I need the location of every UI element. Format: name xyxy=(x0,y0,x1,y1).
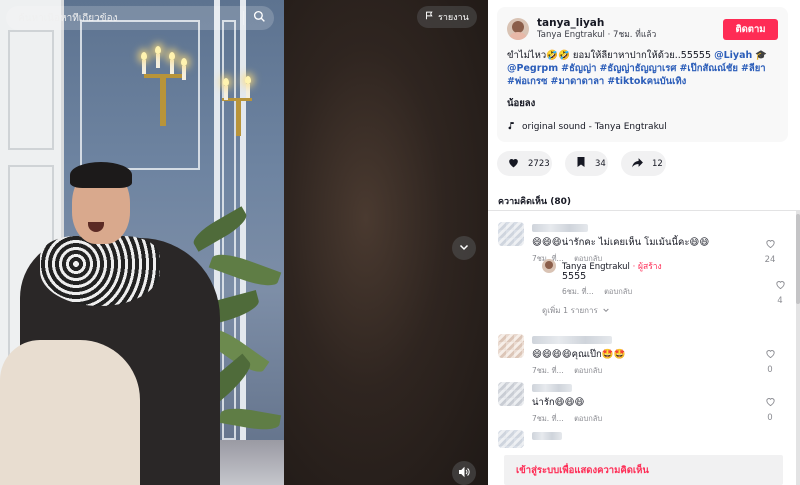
view-more-replies-button[interactable]: ดูเพิ่ม 1 รายการ xyxy=(542,304,610,317)
divider xyxy=(488,210,796,211)
heart-icon xyxy=(507,156,520,172)
comment-like-button[interactable]: 0 xyxy=(762,396,778,423)
comment-text: น่ารัก😄😄😄 xyxy=(532,397,585,408)
username[interactable]: tanya_liyah xyxy=(537,17,723,30)
reply-button[interactable]: ตอบกลับ xyxy=(604,287,632,296)
post-info-card: tanya_liyah Tanya Engtrakul · 7ชม. ที่แล… xyxy=(497,7,788,142)
login-to-comment-button[interactable]: เข้าสู่ระบบเพื่อแสดงความคิดเห็น xyxy=(504,455,783,485)
show-less-button[interactable]: น้อยลง xyxy=(507,96,535,111)
comment-item xyxy=(498,430,788,450)
commenter-avatar[interactable] xyxy=(498,334,524,358)
comment-like-count: 0 xyxy=(767,413,773,423)
search-bar[interactable] xyxy=(6,6,274,30)
heart-outline-icon xyxy=(775,279,786,293)
search-input[interactable] xyxy=(6,12,243,24)
next-video-button[interactable] xyxy=(452,236,476,260)
commenter-avatar[interactable] xyxy=(498,382,524,406)
hashtag-link[interactable]: #ธัญญ่าธัญญาเรศ xyxy=(599,63,676,74)
reply-item: Tanya Engtrakul · ผู้สร้าง 5555 6ชม. ที่… xyxy=(542,259,788,306)
commenter-name-blurred xyxy=(532,336,612,344)
reply-meta: 6ชม. ที่... ตอบกลับ xyxy=(562,286,640,298)
post-caption: ขำไม่ไหว🤣🤣 ยอมให้ลียาหาปากให้ด้วย..55555… xyxy=(507,49,778,88)
reply-text: 5555 xyxy=(562,271,587,282)
comment-text: 😄😄😄😄คุณเป๊ก🤩🤩 xyxy=(532,349,626,360)
share-button[interactable]: 12 xyxy=(621,151,666,176)
save-button[interactable]: 34 xyxy=(565,151,608,176)
comment-like-button[interactable]: 0 xyxy=(762,348,778,375)
report-button[interactable]: รายงาน xyxy=(417,6,477,28)
hashtag-link[interactable]: #tiktokคนบันเทิง xyxy=(607,76,686,87)
comment-meta: 7ชม. ที่... ตอบกลับ xyxy=(532,365,610,377)
display-name: Tanya Engtrakul xyxy=(537,30,605,40)
share-count: 12 xyxy=(652,158,663,169)
video-frame xyxy=(0,0,284,485)
action-bar: 2723 34 12 xyxy=(497,151,666,176)
comment-meta: 7ชม. ที่... ตอบกลับ xyxy=(532,413,610,425)
comment-like-count: 0 xyxy=(767,365,773,375)
flag-icon xyxy=(425,11,434,23)
hashtag-link[interactable]: #พ่อเกรซ xyxy=(507,76,547,87)
mention-link[interactable]: @Pegrpm xyxy=(507,63,558,74)
share-arrow-icon xyxy=(631,156,644,172)
video-player[interactable]: รายงาน xyxy=(0,0,488,485)
sound-title: original sound - Tanya Engtrakul xyxy=(522,122,667,132)
heart-outline-icon xyxy=(765,396,776,410)
avatar[interactable] xyxy=(542,259,556,273)
creator-badge: · ผู้สร้าง xyxy=(632,262,662,272)
hashtag-link[interactable]: #มาดาดาลา xyxy=(551,76,605,87)
commenter-name-blurred xyxy=(532,224,588,232)
like-count: 2723 xyxy=(528,158,550,169)
reply-button[interactable]: ตอบกลับ xyxy=(574,366,602,375)
reply-button[interactable]: ตอบกลับ xyxy=(574,414,602,423)
comment-item: น่ารัก😄😄😄 7ชม. ที่... ตอบกลับ 0 xyxy=(498,382,788,425)
music-note-icon xyxy=(507,121,516,133)
avatar[interactable] xyxy=(507,18,529,40)
sound-link[interactable]: original sound - Tanya Engtrakul xyxy=(507,121,778,133)
graduation-cap-emoji: 🎓 xyxy=(755,50,768,61)
save-count: 34 xyxy=(595,158,606,169)
hashtag-link[interactable]: #เป๊กสัณณ์ชัย xyxy=(679,63,737,74)
bookmark-icon xyxy=(575,156,587,171)
caption-text: ขำไม่ไหว🤣🤣 ยอมให้ลียาหาปากให้ด้วย..55555 xyxy=(507,50,712,61)
heart-outline-icon xyxy=(765,348,776,362)
commenter-name-blurred xyxy=(532,384,572,392)
commenter-avatar[interactable] xyxy=(498,430,524,448)
heart-outline-icon xyxy=(765,238,776,252)
report-label: รายงาน xyxy=(438,13,469,23)
comment-item: 😄😄😄😄คุณเป๊ก🤩🤩 7ชม. ที่... ตอบกลับ 0 xyxy=(498,334,788,377)
comments-heading: ความคิดเห็น (80) xyxy=(498,197,571,207)
post-time: 7ชม. ที่แล้ว xyxy=(613,30,657,40)
reply-like-count: 4 xyxy=(777,296,783,306)
hashtag-link[interactable]: #ลียา xyxy=(741,63,766,74)
commenter-name-blurred xyxy=(532,432,562,440)
reply-time: 6ชม. ที่... xyxy=(562,287,594,296)
follow-button[interactable]: ติดตาม xyxy=(723,18,778,40)
hashtag-link[interactable]: #ธัญญ่า xyxy=(561,63,596,74)
more-replies-label: ดูเพิ่ม 1 รายการ xyxy=(542,306,598,315)
commenter-avatar[interactable] xyxy=(498,222,524,246)
author-row: tanya_liyah Tanya Engtrakul · 7ชม. ที่แล… xyxy=(507,17,778,41)
comment-time: 7ชม. ที่... xyxy=(532,366,564,375)
search-button[interactable] xyxy=(244,6,274,30)
comment-text: 😄😄😄น่ารักคะ ไม่เคยเห็น โมเม้นนี้คะ😄😄 xyxy=(532,237,710,248)
wall-molding xyxy=(80,20,200,170)
scrollbar-thumb[interactable] xyxy=(796,214,800,304)
author-info: tanya_liyah Tanya Engtrakul · 7ชม. ที่แล… xyxy=(537,17,723,41)
volume-button[interactable] xyxy=(452,461,476,485)
comment-time: 7ชม. ที่... xyxy=(532,414,564,423)
chevron-down-icon xyxy=(458,241,470,256)
reply-like-button[interactable]: 4 xyxy=(772,279,788,306)
search-icon xyxy=(253,10,266,26)
mention-link[interactable]: @Liyah xyxy=(714,50,752,61)
chevron-down-icon xyxy=(602,306,610,316)
like-button[interactable]: 2723 xyxy=(497,151,552,176)
volume-icon xyxy=(458,466,470,481)
comment-item: 😄😄😄น่ารักคะ ไม่เคยเห็น โมเม้นนี้คะ😄😄 7ชม… xyxy=(498,222,788,322)
details-panel: tanya_liyah Tanya Engtrakul · 7ชม. ที่แล… xyxy=(488,0,800,485)
author-subline: Tanya Engtrakul · 7ชม. ที่แล้ว xyxy=(537,30,723,41)
comments-scrollbar[interactable] xyxy=(796,210,800,485)
